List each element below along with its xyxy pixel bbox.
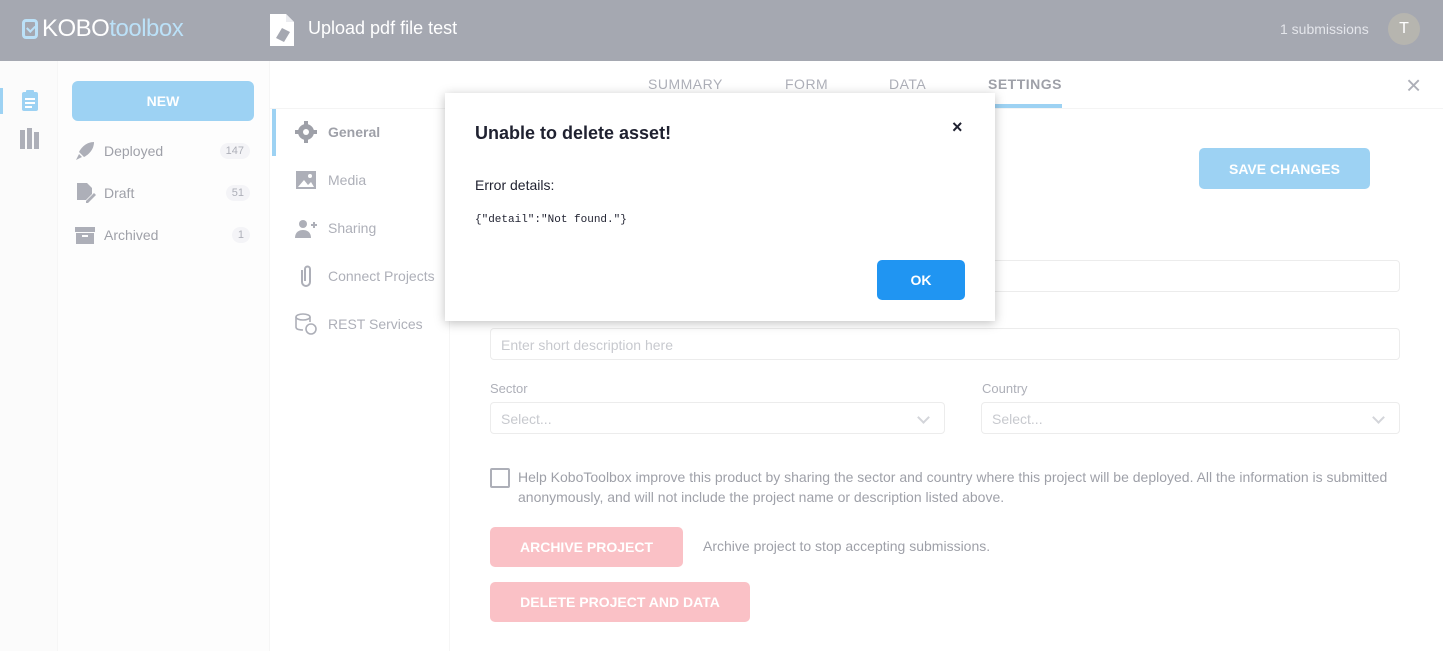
ok-button[interactable]: OK [877, 260, 965, 300]
error-details-label: Error details: [475, 177, 555, 193]
error-dialog: Unable to delete asset! × Error details:… [445, 93, 995, 321]
dialog-close-button[interactable]: × [952, 117, 963, 138]
error-details-code: {"detail":"Not found."} [475, 214, 627, 226]
dialog-title: Unable to delete asset! [475, 123, 672, 143]
